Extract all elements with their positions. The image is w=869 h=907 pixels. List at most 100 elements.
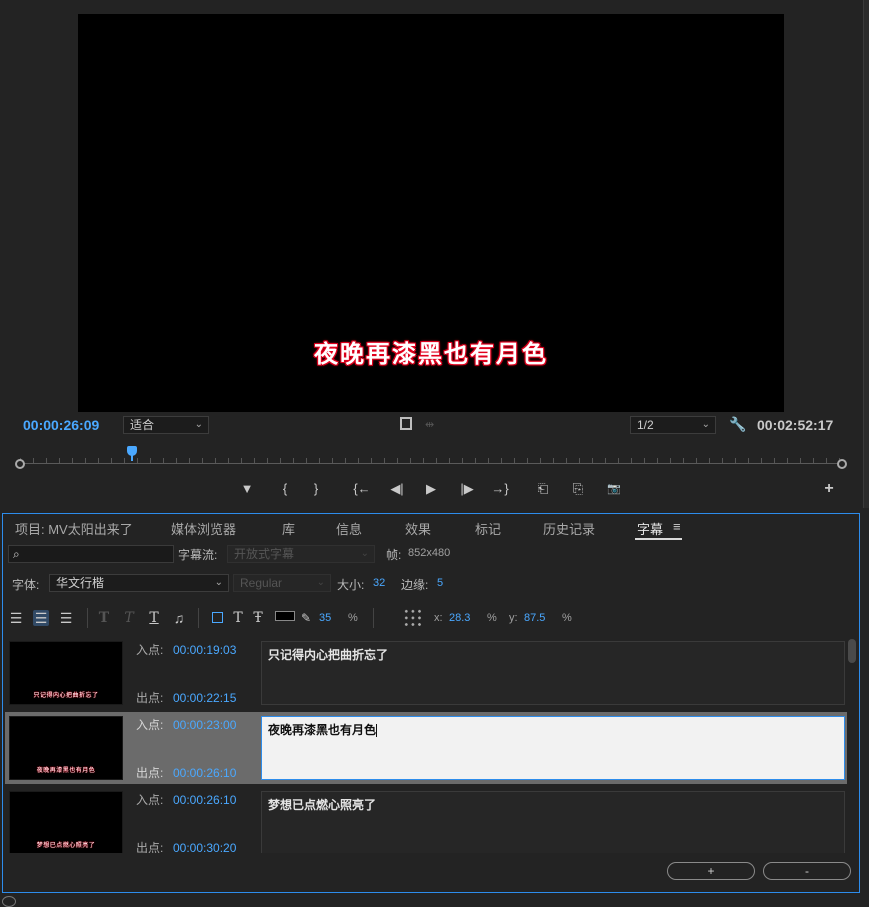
step-forward-button[interactable]: |▶ xyxy=(456,481,478,497)
chevron-down-icon: ⌄ xyxy=(701,419,710,430)
tab-history[interactable]: 历史记录 xyxy=(543,519,595,538)
mark-out-button[interactable]: } xyxy=(307,481,325,497)
zoom-handle-right[interactable] xyxy=(837,459,847,469)
out-point-timecode[interactable]: 00:00:22:15 xyxy=(173,691,236,705)
x-label: x: xyxy=(434,612,443,624)
tab-media-browser[interactable]: 媒体浏览器 xyxy=(171,519,236,538)
font-style-value: Regular xyxy=(240,576,283,590)
italic-icon: T xyxy=(124,610,134,626)
caption-thumbnail: 只记得内心把曲折忘了 xyxy=(9,641,123,705)
in-point-timecode[interactable]: 00:00:19:03 xyxy=(173,643,236,657)
out-point-timecode[interactable]: 00:00:26:10 xyxy=(173,766,236,780)
resolution-dropdown-value: 1/2 xyxy=(637,418,654,432)
toolbar-divider xyxy=(373,608,374,628)
caption-row-selected[interactable]: 夜晚再漆黑也有月色 入点: 00:00:23:00 出点: 00:00:26:1… xyxy=(5,712,847,784)
opacity-percent-label: % xyxy=(348,612,358,624)
go-to-in-button[interactable]: {← xyxy=(351,481,373,497)
position-grid-icon[interactable] xyxy=(403,608,423,628)
underline-icon[interactable]: T xyxy=(146,610,162,626)
remove-caption-button[interactable]: - xyxy=(763,862,851,880)
tab-project[interactable]: 项目: MV太阳出来了 xyxy=(15,519,133,538)
out-point-timecode[interactable]: 00:00:30:20 xyxy=(173,841,236,853)
font-label: 字体: xyxy=(12,578,40,592)
current-timecode[interactable]: 00:00:26:09 xyxy=(23,417,99,433)
export-frame-button[interactable]: 📷 xyxy=(605,481,623,497)
font-dropdown-value: 华文行楷 xyxy=(56,576,105,590)
tab-effects[interactable]: 效果 xyxy=(405,519,431,538)
scrollbar-thumb[interactable] xyxy=(848,639,856,663)
caption-text-field[interactable]: 夜晚再漆黑也有月色 xyxy=(261,716,845,780)
text-color-icon[interactable]: T xyxy=(230,610,246,626)
caption-list-scrollbar[interactable] xyxy=(848,639,856,853)
chevron-down-icon: ⌄ xyxy=(316,577,325,588)
caption-text-field[interactable]: 只记得内心把曲折忘了 xyxy=(261,641,845,705)
text-caret xyxy=(376,724,378,738)
tab-info[interactable]: 信息 xyxy=(336,519,362,538)
edge-color-icon[interactable]: Ŧ xyxy=(250,610,266,626)
in-point-timecode[interactable]: 00:00:23:00 xyxy=(173,718,236,732)
y-value[interactable]: 87.5 xyxy=(524,612,545,624)
font-dropdown[interactable]: 华文行楷 ⌄ xyxy=(49,574,229,592)
chevron-down-icon: ⌄ xyxy=(214,577,223,588)
add-marker-button[interactable]: ▼ xyxy=(238,481,256,497)
insert-button[interactable]: ⎗ xyxy=(534,481,552,497)
out-point-label: 出点: xyxy=(136,691,164,705)
tab-captions[interactable]: 字幕 xyxy=(637,519,663,538)
tab-libraries[interactable]: 库 xyxy=(282,519,295,538)
caption-thumbnail: 梦想已点燃心照亮了 xyxy=(9,791,123,853)
safe-margins-icon[interactable] xyxy=(400,417,412,430)
in-point-label: 入点: xyxy=(136,643,164,657)
music-note-icon[interactable]: ♫ xyxy=(171,610,187,626)
tab-markers[interactable]: 标记 xyxy=(475,519,501,538)
y-percent-label: % xyxy=(562,612,572,624)
search-input[interactable]: ⌕ xyxy=(8,545,174,563)
align-center-icon[interactable]: ☰ xyxy=(33,610,49,626)
size-value[interactable]: 32 xyxy=(373,577,385,589)
button-editor-add[interactable]: + xyxy=(820,481,838,497)
fit-dropdown[interactable]: 适合 ⌄ xyxy=(123,416,209,434)
x-value[interactable]: 28.3 xyxy=(449,612,470,624)
y-label: y: xyxy=(509,612,518,624)
caption-row[interactable]: 梦想已点燃心照亮了 入点: 00:00:26:10 出点: 00:00:30:2… xyxy=(5,787,847,853)
captions-panel: 项目: MV太阳出来了 媒体浏览器 库 信息 效果 标记 历史记录 字幕 ≡ ⌕… xyxy=(2,513,860,893)
caption-thumbnail: 夜晚再漆黑也有月色 xyxy=(9,716,123,780)
wrench-icon[interactable]: 🔧 xyxy=(729,417,746,431)
background-color-icon[interactable] xyxy=(209,610,225,626)
go-to-out-button[interactable]: →} xyxy=(489,481,511,497)
color-swatch[interactable] xyxy=(275,611,295,621)
in-point-label: 入点: xyxy=(136,793,164,807)
stream-dropdown-value: 开放式字幕 xyxy=(234,547,295,561)
eyedropper-icon[interactable]: ✎ xyxy=(298,610,314,626)
duration-timecode: 00:02:52:17 xyxy=(757,417,834,433)
resolution-dropdown[interactable]: 1/2 ⌄ xyxy=(630,416,716,434)
size-label: 大小: xyxy=(337,578,365,592)
panel-menu-icon[interactable]: ≡ xyxy=(673,519,681,534)
chevron-down-icon: ⌄ xyxy=(360,548,369,559)
in-point-label: 入点: xyxy=(136,718,164,732)
caption-text-field[interactable]: 梦想已点燃心照亮了 xyxy=(261,791,845,853)
fit-dropdown-value: 适合 xyxy=(130,418,155,432)
video-preview[interactable]: 夜晚再漆黑也有月色 xyxy=(78,14,784,412)
add-caption-button[interactable]: + xyxy=(667,862,755,880)
caption-list: 只记得内心把曲折忘了 入点: 00:00:19:03 出点: 00:00:22:… xyxy=(3,635,851,853)
step-back-button[interactable]: ◀| xyxy=(386,481,408,497)
status-icon xyxy=(2,896,16,907)
opacity-value[interactable]: 35 xyxy=(319,612,331,624)
caption-overlay-text: 夜晚再漆黑也有月色 xyxy=(314,339,548,368)
play-button[interactable]: ▶ xyxy=(422,481,440,497)
in-point-timecode[interactable]: 00:00:26:10 xyxy=(173,793,236,807)
frame-label: 帧: xyxy=(386,548,402,562)
font-style-dropdown: Regular ⌄ xyxy=(233,574,331,592)
mark-in-button[interactable]: { xyxy=(276,481,294,497)
caption-row[interactable]: 只记得内心把曲折忘了 入点: 00:00:19:03 出点: 00:00:22:… xyxy=(5,637,847,709)
edge-value[interactable]: 5 xyxy=(437,577,443,589)
overwrite-button[interactable]: ⎘ xyxy=(569,481,587,497)
time-ruler[interactable] xyxy=(15,454,847,469)
align-right-icon[interactable]: ☰ xyxy=(58,610,74,626)
zoom-handle-left[interactable] xyxy=(15,459,25,469)
frame-size-value: 852x480 xyxy=(408,547,451,559)
search-icon: ⌕ xyxy=(13,547,20,561)
chevron-down-icon: ⌄ xyxy=(194,419,203,430)
panel-tabs: 项目: MV太阳出来了 媒体浏览器 库 信息 效果 标记 历史记录 字幕 ≡ xyxy=(3,514,859,542)
align-left-icon[interactable]: ☰ xyxy=(8,610,24,626)
